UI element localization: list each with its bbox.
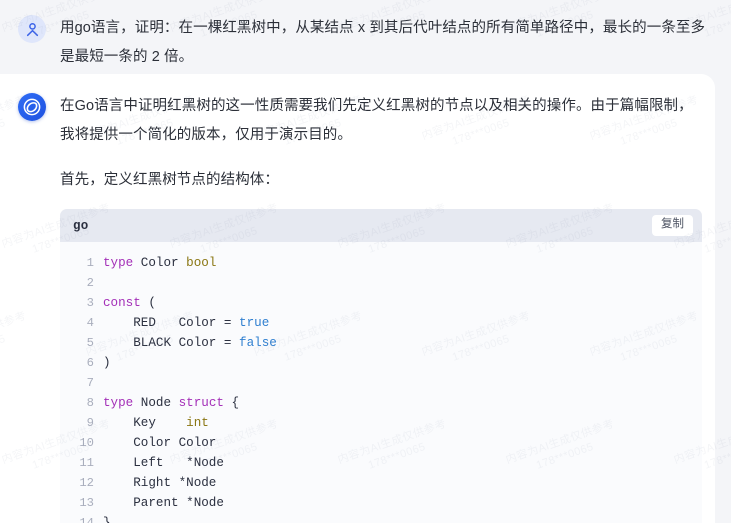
code-line-number: 10 [79, 436, 94, 450]
code-token: type [103, 256, 134, 270]
code-token: BLACK Color = [103, 336, 240, 350]
copy-code-button[interactable]: 复制 [652, 215, 693, 236]
code-line: 10 Color Color [60, 433, 702, 453]
code-token: Color Color [103, 436, 217, 450]
code-token: Color [133, 256, 187, 270]
code-token: true [239, 316, 270, 330]
code-line-number: 2 [86, 276, 94, 290]
code-token: int [186, 416, 209, 430]
code-line-number: 5 [86, 336, 94, 350]
code-language-label: go [73, 218, 89, 233]
code-line: 13 Parent *Node [60, 493, 702, 513]
code-token: Right *Node [103, 476, 217, 490]
code-token: { [223, 396, 240, 410]
assistant-message-card: 在Go语言中证明红黑树的这一性质需要我们先定义红黑树的节点以及相关的操作。由于篇… [0, 74, 715, 523]
code-block: go 复制 1 type Color bool 2 3 const (4 RED Co… [60, 209, 702, 523]
code-token: const [103, 296, 141, 310]
assistant-paragraph-2: 首先，定义红黑树节点的结构体： [60, 172, 279, 188]
code-token: Left *Node [103, 456, 224, 470]
code-line-number: 9 [86, 416, 94, 430]
code-token: bool [186, 256, 217, 270]
code-token: ) [103, 356, 111, 370]
code-line-text: } [103, 513, 702, 523]
code-token: RED Color = [103, 316, 240, 330]
user-message-text: 用go语言，证明：在一棵红黑树中，从某结点 x 到其后代叶结点的所有简单路径中，… [60, 20, 706, 65]
code-token: Key [103, 416, 187, 430]
code-line-number: 8 [86, 396, 94, 410]
assistant-avatar [18, 93, 46, 121]
code-line-text: Right *Node [103, 473, 702, 493]
user-person-icon [24, 21, 41, 38]
code-line: 14} [60, 513, 702, 523]
code-line: 7 [60, 373, 702, 393]
code-line-number: 7 [86, 376, 94, 390]
assistant-message-body: 在Go语言中证明红黑树的这一性质需要我们先定义红黑树的节点以及相关的操作。由于篇… [60, 92, 702, 523]
chat-page: 用go语言，证明：在一棵红黑树中，从某结点 x 到其后代叶结点的所有简单路径中，… [0, 0, 731, 523]
code-line-text: type Color bool [103, 253, 702, 273]
code-token: } [103, 516, 111, 523]
code-line-text: type Node struct { [103, 393, 702, 413]
code-line-text: const ( [103, 293, 702, 313]
code-token: ( [140, 296, 156, 310]
code-line-number: 4 [86, 316, 94, 330]
code-line-text: Key int [103, 413, 702, 433]
code-block-header: go 复制 [60, 209, 702, 242]
code-line-number: 11 [79, 456, 94, 470]
code-line: 3 const ( [60, 293, 702, 313]
code-token: Node [133, 396, 179, 410]
code-token: Parent *Node [103, 496, 224, 510]
code-line: 12 Right *Node [60, 473, 702, 493]
code-line-text: RED Color = true [103, 313, 702, 333]
code-line: 2 [60, 273, 702, 293]
code-line: 4 RED Color = true [60, 313, 702, 333]
assistant-swirl-logo-icon [21, 96, 43, 118]
code-line-number: 13 [79, 496, 94, 510]
code-content[interactable]: 1 type Color bool 2 3 const (4 RED Color = … [60, 242, 702, 523]
code-token: type [103, 396, 134, 410]
code-line: 6) [60, 353, 702, 373]
code-line-number: 6 [86, 356, 94, 370]
code-token: false [239, 336, 277, 350]
code-line-text: BLACK Color = false [103, 333, 702, 353]
code-line: 8 type Node struct { [60, 393, 702, 413]
code-line-text: ) [103, 353, 702, 373]
code-token: struct [178, 396, 224, 410]
code-line-number: 14 [79, 516, 94, 523]
code-line-number: 3 [86, 296, 94, 310]
code-line-number: 12 [79, 476, 94, 490]
code-line-text: Color Color [103, 433, 702, 453]
code-line-text: Left *Node [103, 453, 702, 473]
code-line: 5 BLACK Color = false [60, 333, 702, 353]
code-line: 11 Left *Node [60, 453, 702, 473]
code-line-number: 1 [86, 256, 94, 270]
assistant-paragraph-1: 在Go语言中证明红黑树的这一性质需要我们先定义红黑树的节点以及相关的操作。由于篇… [60, 98, 693, 143]
code-line-text: Parent *Node [103, 493, 702, 513]
code-line: 1 type Color bool [60, 253, 702, 273]
user-avatar [18, 15, 46, 43]
code-line: 9 Key int [60, 413, 702, 433]
